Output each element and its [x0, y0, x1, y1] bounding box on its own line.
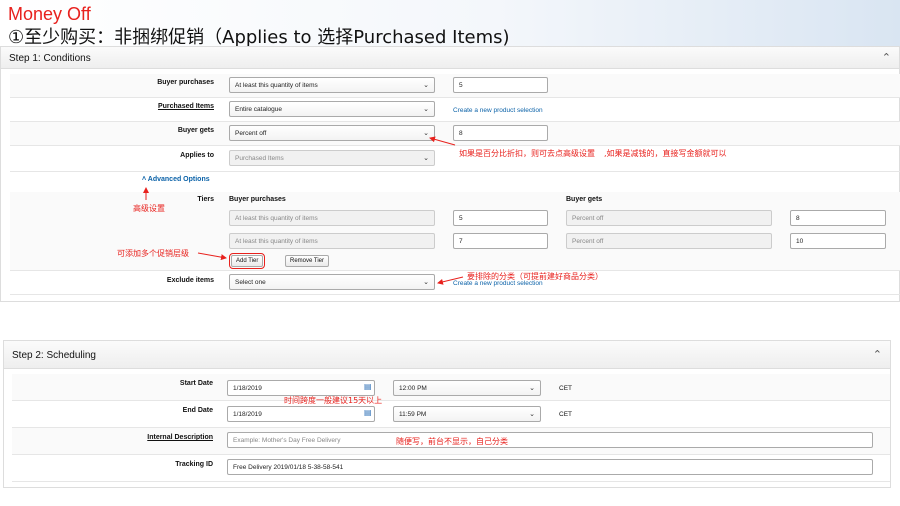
step1-header[interactable]: Step 1: Conditions ⌃	[1, 47, 899, 69]
label-start-date: Start Date	[179, 380, 213, 387]
label-internal-description: Internal Description	[147, 434, 213, 441]
chevron-down-icon: ⌄	[423, 106, 429, 113]
step2-header[interactable]: Step 2: Scheduling ⌃	[4, 341, 890, 369]
label-end-date: End Date	[182, 407, 213, 414]
chevron-down-icon: ⌄	[423, 155, 429, 162]
internal-description-input[interactable]: Example: Mother's Day Free Delivery	[227, 432, 873, 448]
step1-title: Step 1: Conditions	[9, 53, 91, 64]
advanced-options-toggle[interactable]: ˄ Advanced Options	[142, 176, 210, 183]
start-time-select[interactable]: 12:00 PM ⌄	[393, 380, 541, 396]
tracking-id-input[interactable]: Free Delivery 2019/01/18 5-38-58-541	[227, 459, 873, 475]
start-date-input[interactable]: 1/18/2019	[227, 380, 375, 396]
end-time-select[interactable]: 11:59 PM ⌄	[393, 406, 541, 422]
buyer-gets-select-value: Percent off	[235, 130, 267, 137]
description-annotation: 随便写，前台不显示，自己分类	[396, 437, 508, 446]
start-timezone: CET	[559, 385, 572, 392]
remove-tier-button[interactable]: Remove Tier	[285, 255, 330, 267]
applies-to-select-value: Purchased Items	[235, 155, 284, 162]
percent-annotation: 如果是百分比折扣，则可去点高级设置	[459, 149, 595, 158]
tiers-col-buyer-purchases: Buyer purchases	[229, 196, 286, 203]
exclude-annotation: 要排除的分类（可提前建好商品分类）	[467, 272, 603, 281]
tier2-purchase-value-input[interactable]: 7	[453, 233, 548, 249]
start-time-value: 12:00 PM	[399, 385, 427, 392]
tiers-annotation: 可添加多个促销层级	[117, 249, 189, 258]
tier1-get-type: Percent off	[566, 210, 772, 226]
end-date-input[interactable]: 1/18/2019	[227, 406, 375, 422]
purchased-items-select[interactable]: Entire catalogue ⌄	[229, 101, 435, 117]
label-tiers: Tiers	[197, 196, 214, 203]
end-timezone: CET	[559, 411, 572, 418]
label-buyer-gets: Buyer gets	[177, 127, 214, 134]
end-time-value: 11:59 PM	[399, 411, 427, 418]
tier1-purchase-type: At least this quantity of items	[229, 210, 435, 226]
tier2-purchase-type: At least this quantity of items	[229, 233, 435, 249]
create-product-selection-link[interactable]: Create a new product selection	[453, 107, 543, 114]
tiers-col-buyer-gets: Buyer gets	[566, 196, 603, 203]
buyer-purchases-select[interactable]: At least this quantity of items ⌄	[229, 77, 435, 93]
duration-annotation: 时间跨度一般建议15天以上	[284, 396, 383, 405]
label-exclude-items: Exclude items	[166, 277, 214, 284]
slide-header: Money Off ①至少购买：非捆绑促销（Applies to 选择Purch…	[0, 0, 900, 48]
label-buyer-purchases: Buyer purchases	[157, 79, 214, 86]
row-applies-to: Applies to	[10, 146, 900, 172]
tier1-get-value-input[interactable]: 8	[790, 210, 886, 226]
chevron-down-icon: ⌄	[529, 411, 535, 418]
chevron-up-icon[interactable]: ⌃	[873, 348, 882, 361]
label-purchased-items: Purchased Items	[157, 103, 214, 110]
purchased-items-select-value: Entire catalogue	[235, 106, 282, 113]
slide-title: Money Off	[8, 4, 91, 24]
advanced-annotation: 高级设置	[133, 204, 165, 213]
tier2-get-value-input[interactable]: 10	[790, 233, 886, 249]
money-annotation: ,如果是减钱的，直接写金额就可以	[604, 149, 727, 158]
advanced-options-label: Advanced Options	[147, 176, 210, 183]
label-tracking-id: Tracking ID	[175, 461, 213, 468]
tier2-get-type: Percent off	[566, 233, 772, 249]
buyer-purchases-select-value: At least this quantity of items	[235, 82, 318, 89]
buyer-gets-select[interactable]: Percent off ⌄	[229, 125, 435, 141]
exclude-items-select[interactable]: Select one ⌄	[229, 274, 435, 290]
chevron-down-icon: ⌄	[529, 385, 535, 392]
calendar-icon[interactable]: ▤	[364, 382, 372, 391]
chevron-down-icon: ⌄	[423, 82, 429, 89]
calendar-icon[interactable]: ▤	[364, 408, 372, 417]
chevron-up-icon[interactable]: ⌃	[882, 51, 891, 64]
buyer-gets-value-input[interactable]: 8	[453, 125, 548, 141]
buyer-purchases-quantity-input[interactable]: 5	[453, 77, 548, 93]
tier1-purchase-value-input[interactable]: 5	[453, 210, 548, 226]
chevron-down-icon: ⌄	[423, 130, 429, 137]
add-tier-button[interactable]: Add Tier	[228, 253, 266, 269]
label-applies-to: Applies to	[180, 152, 214, 159]
exclude-items-select-value: Select one	[235, 279, 266, 286]
chevron-down-icon: ⌄	[423, 279, 429, 286]
applies-to-select: Purchased Items ⌄	[229, 150, 435, 166]
step2-title: Step 2: Scheduling	[12, 350, 96, 361]
